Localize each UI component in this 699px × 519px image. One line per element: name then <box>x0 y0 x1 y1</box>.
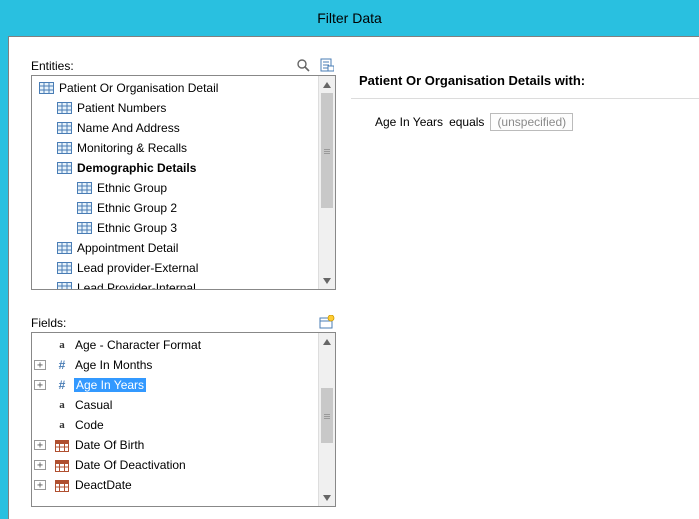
entities-header-row: Entities: <box>31 55 336 73</box>
fields-panel: + a Age - Character Format + # Age In Mo… <box>31 332 336 507</box>
tree-label: Patient Numbers <box>76 101 167 115</box>
scroll-thumb[interactable] <box>321 93 333 208</box>
scroll-thumb[interactable] <box>321 388 333 443</box>
date-type-icon <box>54 438 70 452</box>
text-type-icon: a <box>54 338 70 352</box>
tree-label: Age In Months <box>74 358 153 372</box>
date-type-icon <box>54 478 70 492</box>
entities-label: Entities: <box>31 59 288 73</box>
expander-none: + <box>34 400 46 410</box>
scroll-track[interactable] <box>319 93 335 272</box>
entity-item[interactable]: Appointment Detail <box>32 238 335 258</box>
tree-label: Lead Provider-Internal <box>76 281 197 290</box>
left-column: Entities: Patient Or Organisation Detail <box>31 55 336 507</box>
table-icon <box>56 121 72 135</box>
window-title: Filter Data <box>0 0 699 36</box>
entity-root[interactable]: Patient Or Organisation Detail <box>32 78 335 98</box>
expander-icon[interactable]: + <box>34 460 46 470</box>
table-icon <box>56 161 72 175</box>
fields-label: Fields: <box>31 316 312 330</box>
entity-item[interactable]: Ethnic Group <box>32 178 335 198</box>
new-field-icon[interactable] <box>318 314 336 330</box>
tree-label: Monitoring & Recalls <box>76 141 188 155</box>
fields-tree[interactable]: + a Age - Character Format + # Age In Mo… <box>32 333 335 497</box>
tree-label: Age - Character Format <box>74 338 202 352</box>
table-icon <box>56 141 72 155</box>
scroll-down-icon[interactable] <box>319 489 335 506</box>
right-column: Patient Or Organisation Details with: Ag… <box>351 55 699 131</box>
expander-icon[interactable]: + <box>34 480 46 490</box>
number-type-icon: # <box>54 378 70 392</box>
entity-item[interactable]: Monitoring & Recalls <box>32 138 335 158</box>
tree-label: Date Of Birth <box>74 438 145 452</box>
tree-label: Patient Or Organisation Detail <box>58 81 219 95</box>
search-icon[interactable] <box>294 57 312 73</box>
tree-label: Date Of Deactivation <box>74 458 187 472</box>
tree-label: Appointment Detail <box>76 241 179 255</box>
field-item[interactable]: + a Age - Character Format <box>32 335 335 355</box>
tree-label: Code <box>74 418 105 432</box>
table-icon <box>56 101 72 115</box>
table-icon <box>56 281 72 290</box>
table-icon <box>38 81 54 95</box>
field-item-selected[interactable]: + # Age In Years <box>32 375 335 395</box>
table-icon <box>56 261 72 275</box>
tree-label: Ethnic Group 2 <box>96 201 178 215</box>
filter-separator <box>351 98 699 99</box>
entities-panel: Patient Or Organisation Detail Patient N… <box>31 75 336 290</box>
fields-header-row: Fields: <box>31 312 336 330</box>
tree-label: DeactDate <box>74 478 133 492</box>
filter-field-link[interactable]: Age In Years <box>375 115 443 129</box>
field-item[interactable]: + DeactDate <box>32 475 335 495</box>
expander-icon[interactable]: + <box>34 360 46 370</box>
text-type-icon: a <box>54 418 70 432</box>
entities-scrollbar[interactable] <box>318 76 335 289</box>
entity-item[interactable]: Patient Numbers <box>32 98 335 118</box>
entity-item[interactable]: Ethnic Group 2 <box>32 198 335 218</box>
tree-label: Age In Years <box>74 378 146 392</box>
fields-scrollbar[interactable] <box>318 333 335 506</box>
entity-item[interactable]: Lead provider-External <box>32 258 335 278</box>
filter-heading: Patient Or Organisation Details with: <box>351 55 699 98</box>
table-icon <box>76 181 92 195</box>
entity-item[interactable]: Lead Provider-Internal <box>32 278 335 290</box>
table-icon <box>76 221 92 235</box>
scroll-down-icon[interactable] <box>319 272 335 289</box>
expander-none: + <box>34 340 46 350</box>
table-icon <box>56 241 72 255</box>
expander-icon[interactable]: + <box>34 440 46 450</box>
field-item[interactable]: + Date Of Deactivation <box>32 455 335 475</box>
field-item[interactable]: + a Casual <box>32 395 335 415</box>
properties-icon[interactable] <box>318 57 336 73</box>
scroll-track[interactable] <box>319 350 335 489</box>
scroll-up-icon[interactable] <box>319 333 335 350</box>
tree-label: Ethnic Group 3 <box>96 221 178 235</box>
field-item[interactable]: + a Code <box>32 415 335 435</box>
window-frame: Filter Data Entities: <box>0 0 699 519</box>
date-type-icon <box>54 458 70 472</box>
tree-label: Name And Address <box>76 121 181 135</box>
filter-operator-link[interactable]: equals <box>449 115 484 129</box>
tree-label: Casual <box>74 398 113 412</box>
number-type-icon: # <box>54 358 70 372</box>
tree-label: Ethnic Group <box>96 181 168 195</box>
content-area: Entities: Patient Or Organisation Detail <box>9 37 699 519</box>
text-type-icon: a <box>54 398 70 412</box>
entity-item[interactable]: Name And Address <box>32 118 335 138</box>
tree-label: Demographic Details <box>76 161 197 175</box>
filter-heading-text: Patient Or Organisation Details with: <box>359 73 691 88</box>
scroll-up-icon[interactable] <box>319 76 335 93</box>
tree-label: Lead provider-External <box>76 261 199 275</box>
filter-condition-row: Age In Years equals (unspecified) <box>351 113 699 131</box>
entity-item-demographic[interactable]: Demographic Details <box>32 158 335 178</box>
expander-none: + <box>34 420 46 430</box>
entities-tree[interactable]: Patient Or Organisation Detail Patient N… <box>32 76 335 290</box>
filter-value-input[interactable]: (unspecified) <box>490 113 573 131</box>
field-item[interactable]: + Date Of Birth <box>32 435 335 455</box>
field-item[interactable]: + # Age In Months <box>32 355 335 375</box>
expander-icon[interactable]: + <box>34 380 46 390</box>
entity-item[interactable]: Ethnic Group 3 <box>32 218 335 238</box>
table-icon <box>76 201 92 215</box>
